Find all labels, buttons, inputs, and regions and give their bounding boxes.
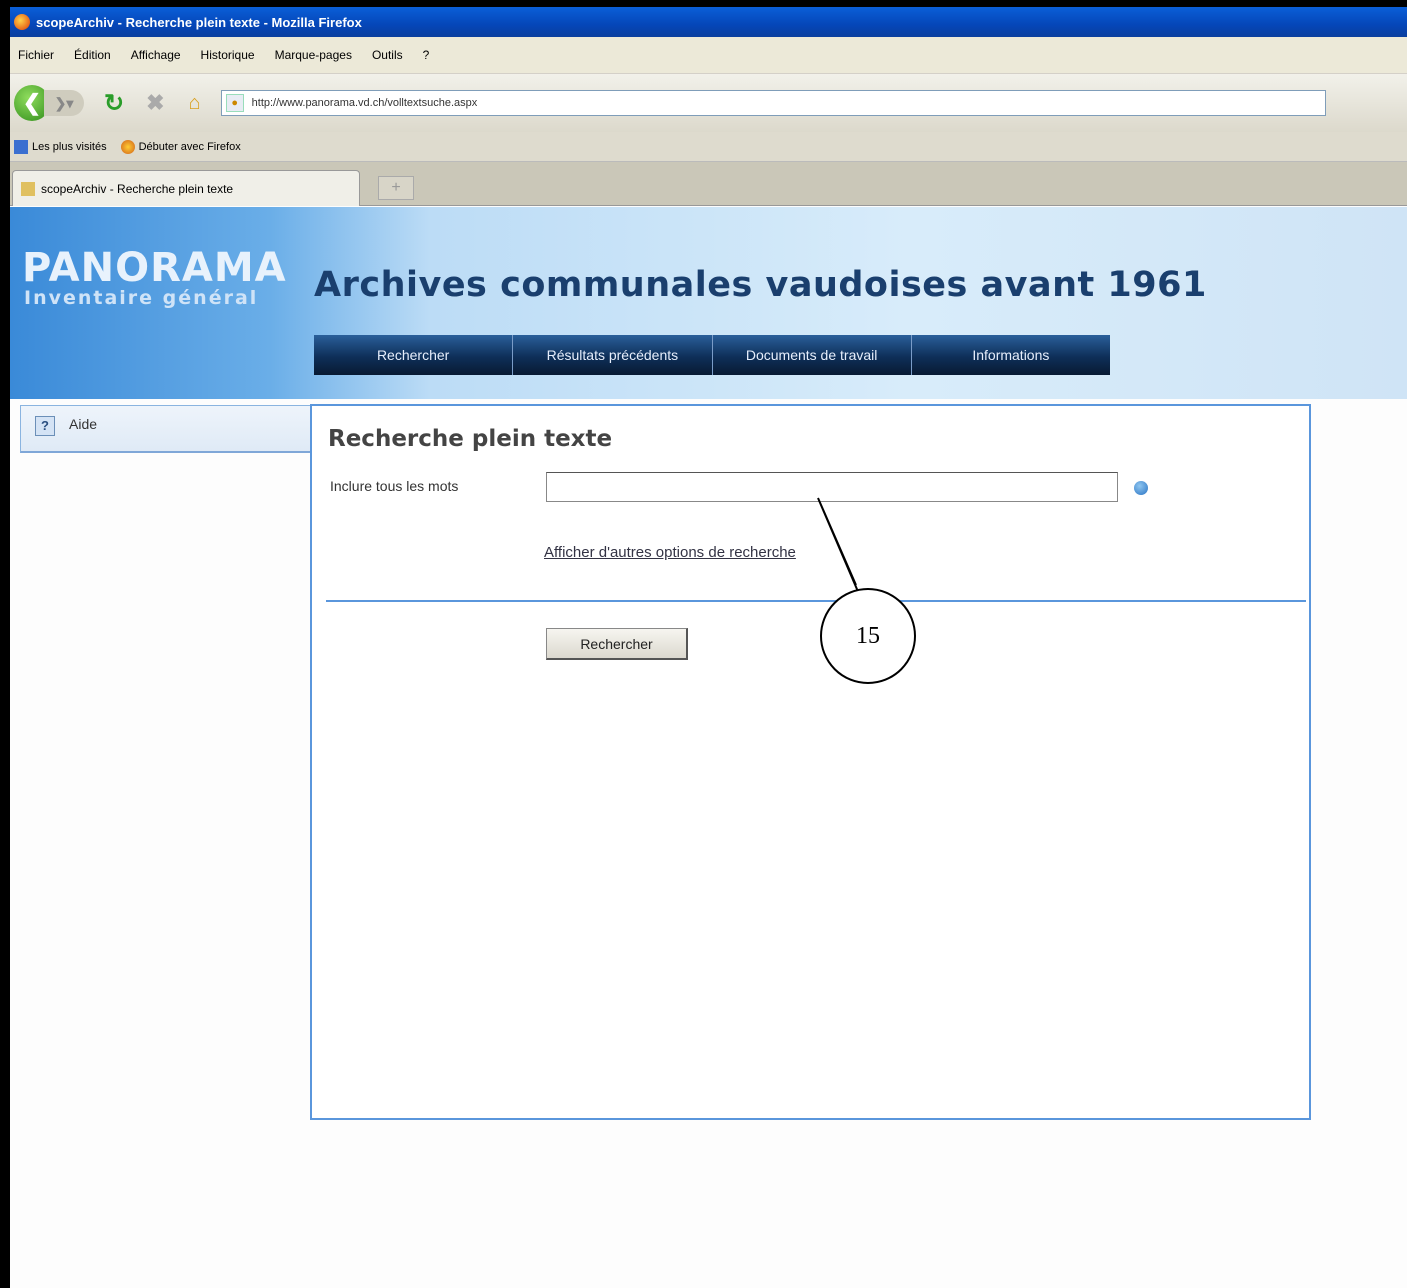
logo-title[interactable]: PANORAMA [22, 245, 287, 291]
bookmark-most-visited[interactable]: Les plus visités [14, 139, 107, 154]
menu-edit[interactable]: Édition [74, 48, 111, 62]
firefox-icon [14, 14, 30, 30]
site-identity-icon[interactable]: ● [225, 94, 244, 112]
reload-icon[interactable]: ↻ [104, 89, 124, 118]
bookmark-label: Les plus visités [32, 140, 107, 153]
forward-arrow-icon[interactable]: ❯▾ [44, 90, 84, 116]
nav-previous-results[interactable]: Résultats précédents [513, 335, 713, 375]
bookmark-getting-started[interactable]: Débuter avec Firefox [120, 139, 241, 154]
help-label[interactable]: Aide [69, 416, 97, 432]
bookmarks-toolbar: Les plus visités Débuter avec Firefox [10, 132, 1407, 162]
firefox-bookmark-icon [120, 139, 135, 154]
help-panel[interactable]: ? Aide [20, 405, 312, 453]
callout-label: 15 [856, 622, 880, 649]
menu-view[interactable]: Affichage [131, 48, 181, 62]
tab-favicon-icon [21, 181, 35, 196]
tab-label: scopeArchiv - Recherche plein texte [41, 181, 234, 196]
bookmark-label: Débuter avec Firefox [138, 140, 241, 153]
site-header: PANORAMA Inventaire général Archives com… [10, 207, 1407, 399]
menu-history[interactable]: Historique [201, 48, 255, 62]
nav-information[interactable]: Informations [912, 335, 1110, 375]
address-text[interactable]: http://www.panorama.vd.ch/volltextsuche.… [252, 97, 478, 109]
stop-icon[interactable]: ✖ [146, 90, 164, 116]
main-navigation: Rechercher Résultats précédents Document… [314, 335, 1110, 375]
home-icon[interactable]: ⌂ [189, 92, 201, 115]
bookmark-folder-icon [14, 139, 28, 154]
nav-work-documents[interactable]: Documents de travail [713, 335, 912, 375]
menu-bookmarks[interactable]: Marque-pages [275, 48, 352, 62]
tab-active[interactable]: scopeArchiv - Recherche plein texte [12, 170, 360, 206]
words-field-label: Inclure tous les mots [330, 478, 459, 494]
page-title: Recherche plein texte [328, 426, 613, 452]
menu-tools[interactable]: Outils [372, 48, 403, 62]
menu-help[interactable]: ? [423, 48, 430, 62]
menu-bar: Fichier Édition Affichage Historique Mar… [10, 37, 1407, 74]
logo-subtitle: Inventaire général [24, 287, 259, 309]
address-bar[interactable]: ● http://www.panorama.vd.ch/volltextsuch… [220, 90, 1326, 116]
tab-bar: scopeArchiv - Recherche plein texte + [10, 162, 1407, 206]
help-icon[interactable]: ? [35, 416, 55, 436]
search-button[interactable]: Rechercher [546, 628, 688, 660]
advanced-options-link[interactable]: Afficher d'autres options de recherche [544, 544, 796, 561]
window-title: scopeArchiv - Recherche plein texte - Mo… [36, 14, 362, 30]
window-title-bar: scopeArchiv - Recherche plein texte - Mo… [10, 7, 1407, 37]
info-icon[interactable] [1134, 481, 1148, 495]
site-title: Archives communales vaudoises avant 1961 [314, 265, 1207, 305]
navigation-toolbar: ❮ ❯▾ ↻ ✖ ⌂ ● http://www.panorama.vd.ch/v… [10, 74, 1407, 132]
nav-search[interactable]: Rechercher [314, 335, 514, 375]
new-tab-button[interactable]: + [378, 176, 414, 200]
menu-file[interactable]: Fichier [18, 48, 54, 62]
